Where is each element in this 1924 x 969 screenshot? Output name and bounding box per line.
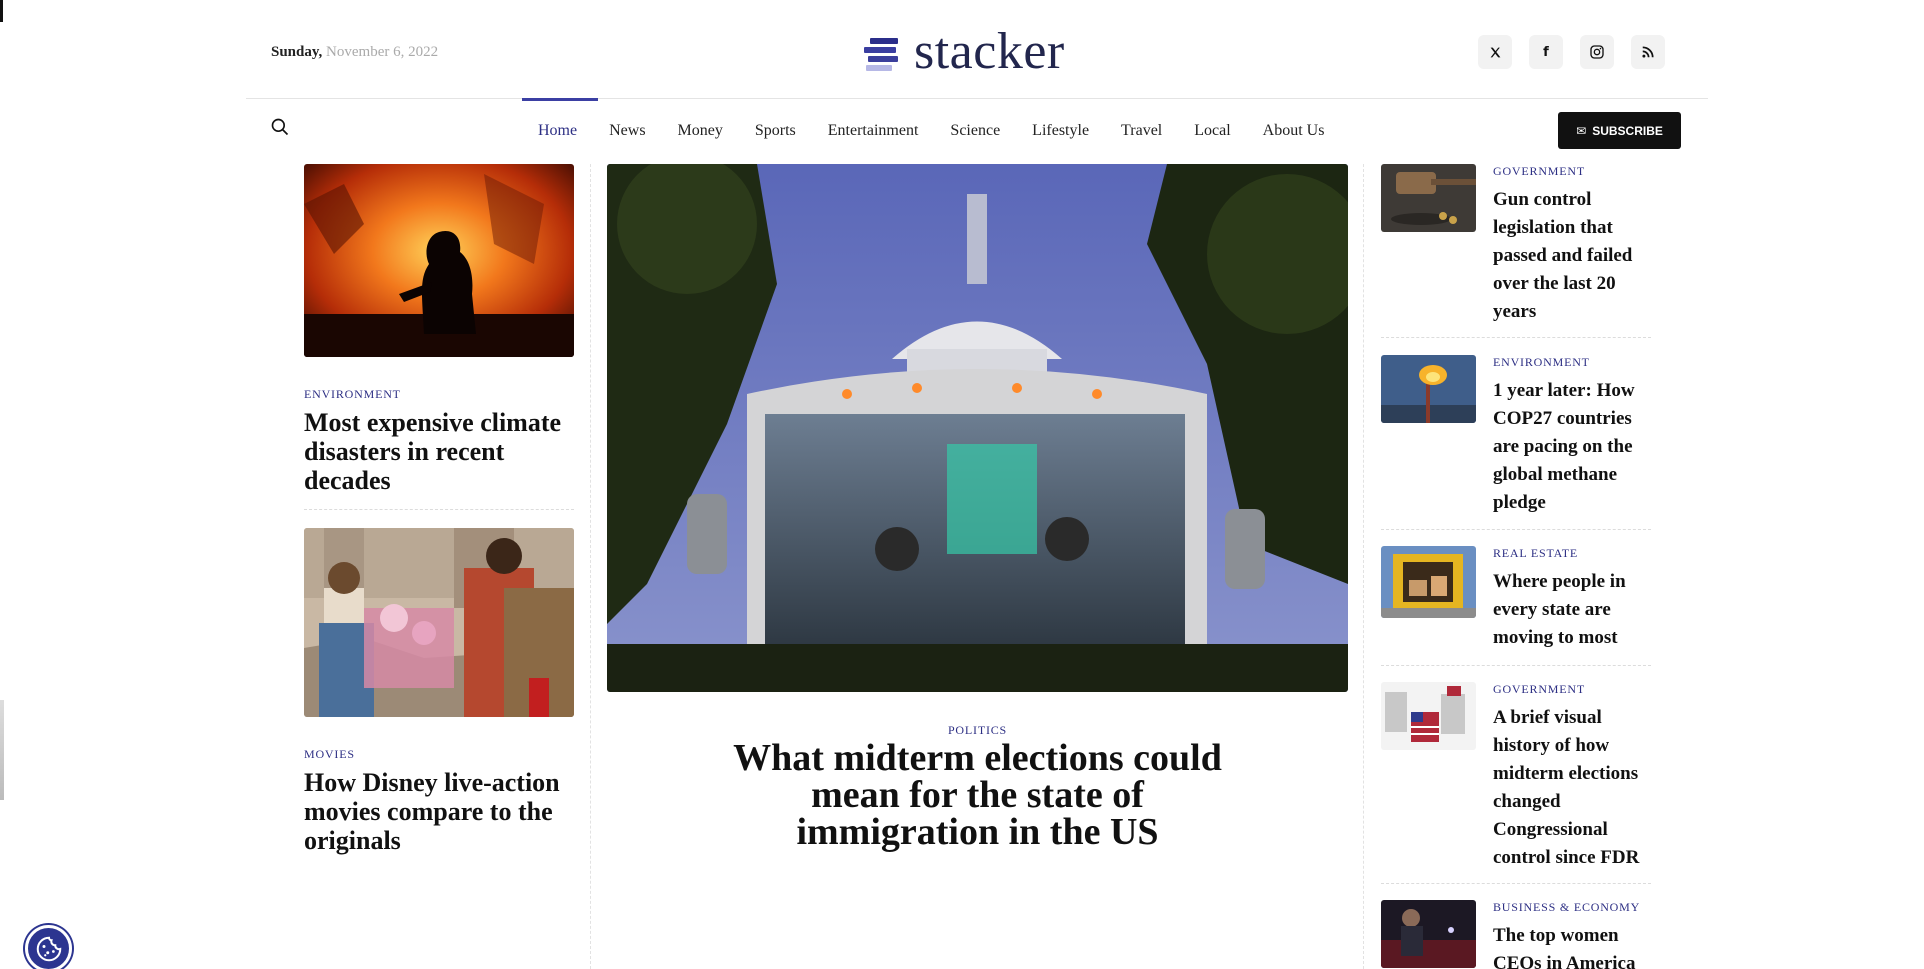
article-divider xyxy=(1381,529,1651,530)
cookie-settings-button[interactable] xyxy=(25,925,72,969)
current-date: Sunday, November 6, 2022 xyxy=(271,44,438,61)
article-divider xyxy=(1381,665,1651,666)
social-links: f xyxy=(1478,35,1682,69)
nav-item-news[interactable]: News xyxy=(593,98,661,152)
hero-image-bus-capitol[interactable] xyxy=(607,164,1348,692)
date-full: November 6, 2022 xyxy=(326,44,439,60)
twitter-icon[interactable] xyxy=(1478,35,1512,69)
right-article-text: ENVIRONMENT 1 year later: How COP27 coun… xyxy=(1493,355,1653,517)
left-article-2[interactable]: MOVIES How Disney live-action movies com… xyxy=(304,528,574,855)
nav-item-money[interactable]: Money xyxy=(662,98,739,152)
article-thumb-ceo[interactable] xyxy=(1381,900,1476,968)
article-category[interactable]: BUSINESS & ECONOMY xyxy=(1493,900,1653,915)
column-divider-right xyxy=(1363,164,1364,969)
article-title[interactable]: Where people in every state are moving t… xyxy=(1493,568,1653,652)
stacker-logo-icon xyxy=(864,32,900,72)
article-title[interactable]: A brief visual history of how midterm el… xyxy=(1493,704,1653,872)
mail-icon: ✉ xyxy=(1576,123,1587,138)
article-title[interactable]: Gun control legislation that passed and … xyxy=(1493,186,1653,326)
article-title[interactable]: The top women CEOs in America xyxy=(1493,922,1653,969)
right-article-text: GOVERNMENT Gun control legislation that … xyxy=(1493,164,1653,326)
hero-category[interactable]: POLITICS xyxy=(607,723,1348,738)
left-edge-strip xyxy=(0,700,4,800)
right-article-text: GOVERNMENT A brief visual history of how… xyxy=(1493,682,1653,872)
subscribe-label: SUBSCRIBE xyxy=(1592,123,1663,138)
date-day: Sunday, xyxy=(271,44,323,60)
article-category[interactable]: MOVIES xyxy=(304,747,574,762)
article-category[interactable]: ENVIRONMENT xyxy=(304,387,574,402)
right-article-text: REAL ESTATE Where people in every state … xyxy=(1493,546,1653,652)
article-image-disney[interactable] xyxy=(304,528,574,717)
article-thumb-voting-booths[interactable] xyxy=(1381,682,1476,750)
article-divider xyxy=(1381,883,1651,884)
article-category[interactable]: ENVIRONMENT xyxy=(1493,355,1653,370)
article-category[interactable]: REAL ESTATE xyxy=(1493,546,1653,561)
nav-item-about-us[interactable]: About Us xyxy=(1247,98,1341,152)
article-category[interactable]: GOVERNMENT xyxy=(1493,682,1653,697)
nav-item-lifestyle[interactable]: Lifestyle xyxy=(1016,98,1105,152)
nav-item-home[interactable]: Home xyxy=(522,98,599,152)
search-icon[interactable] xyxy=(270,117,290,137)
article-image-wildfire[interactable] xyxy=(304,164,574,357)
window-edge xyxy=(0,0,3,22)
article-thumb-gavel[interactable] xyxy=(1381,164,1476,232)
article-category[interactable]: GOVERNMENT xyxy=(1493,164,1653,179)
article-thumb-moving-truck[interactable] xyxy=(1381,546,1476,618)
nav-item-science[interactable]: Science xyxy=(934,98,1016,152)
stacker-logo[interactable]: stacker xyxy=(864,26,1065,78)
nav-item-local[interactable]: Local xyxy=(1178,98,1246,152)
article-divider xyxy=(304,509,574,510)
rss-icon[interactable] xyxy=(1631,35,1665,69)
left-article-1[interactable]: ENVIRONMENT Most expensive climate disas… xyxy=(304,164,574,510)
column-divider-left xyxy=(590,164,591,969)
nav-item-entertainment[interactable]: Entertainment xyxy=(812,98,935,152)
article-title[interactable]: How Disney live-action movies compare to… xyxy=(304,768,574,855)
hero-title[interactable]: What midterm elections could mean for th… xyxy=(707,739,1248,851)
article-thumb-flare[interactable] xyxy=(1381,355,1476,423)
nav-item-travel[interactable]: Travel xyxy=(1105,98,1178,152)
article-divider xyxy=(1381,337,1651,338)
cookie-icon xyxy=(36,936,61,961)
facebook-icon[interactable]: f xyxy=(1529,35,1563,69)
subscribe-button[interactable]: ✉ SUBSCRIBE xyxy=(1558,112,1681,149)
article-title[interactable]: Most expensive climate disasters in rece… xyxy=(304,408,574,495)
article-title[interactable]: 1 year later: How COP27 countries are pa… xyxy=(1493,377,1653,517)
brand-name: stacker xyxy=(914,23,1065,80)
main-nav: Home News Money Sports Entertainment Sci… xyxy=(522,98,1340,152)
right-article-text: BUSINESS & ECONOMY The top women CEOs in… xyxy=(1493,900,1653,969)
page: Sunday, November 6, 2022 stacker f Home … xyxy=(0,0,1924,969)
nav-item-sports[interactable]: Sports xyxy=(739,98,812,152)
instagram-icon[interactable] xyxy=(1580,35,1614,69)
